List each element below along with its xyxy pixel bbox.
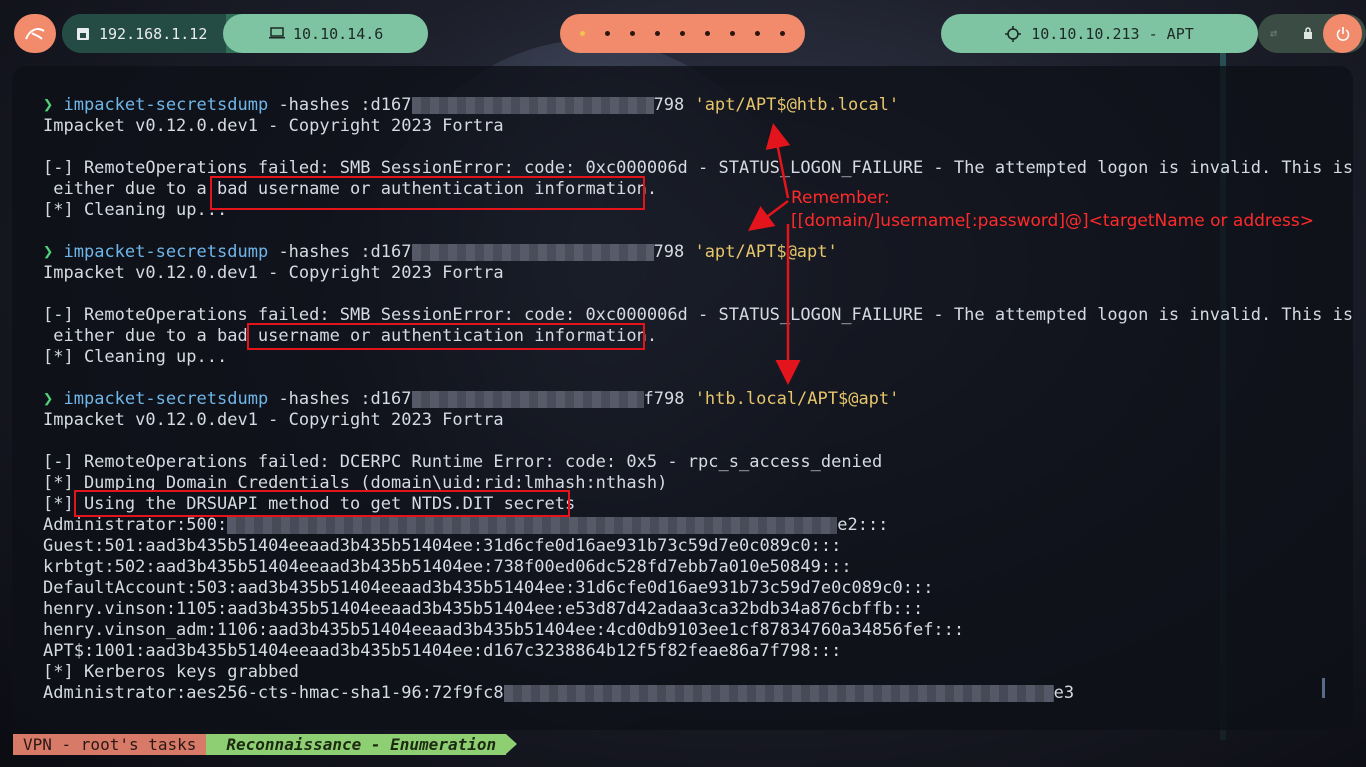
workspace-switcher [560, 14, 805, 53]
workspace-9[interactable] [780, 31, 785, 36]
local-ip-text: 192.168.1.12 [99, 24, 208, 43]
power-button[interactable] [1323, 14, 1362, 53]
terminal-window[interactable]: ❯ impacket-secretsdump -hashes :d167 798 … [12, 66, 1353, 730]
arrow-to-cmd2 [748, 200, 789, 231]
workspace-4[interactable] [655, 31, 660, 36]
workspace-6[interactable] [705, 31, 710, 36]
workspace-5[interactable] [680, 31, 685, 36]
workspace-2[interactable] [605, 31, 610, 36]
tmux-status-bar: VPN - root's tasks Reconnaissance - Enum… [13, 734, 517, 755]
local-ip-indicator[interactable]: 192.168.1.12 [62, 14, 226, 53]
terminal-scrollbar[interactable] [1322, 678, 1325, 698]
crosshair-icon [1005, 25, 1022, 42]
network-indicator-group: 192.168.1.12 10.10.14.6 [62, 14, 428, 53]
ethernet-icon [77, 27, 89, 40]
lock-icon[interactable] [1303, 27, 1313, 40]
workspace-1[interactable] [580, 31, 585, 36]
power-icon [1336, 26, 1349, 41]
session-tasks-label[interactable]: VPN - root's tasks [13, 734, 218, 755]
vpn-ip-indicator[interactable]: 10.10.14.6 [223, 14, 428, 53]
annotation-arrows [748, 123, 801, 385]
target-indicator[interactable]: 10.10.10.213 - APT [941, 14, 1258, 53]
arrow-to-cmd1 [765, 123, 791, 199]
kali-dragon-icon [25, 27, 45, 40]
vpn-ip-text: 10.10.14.6 [293, 24, 384, 43]
workspace-3[interactable] [630, 31, 635, 36]
top-bar: 192.168.1.12 10.10.14.6 10.10.10.213 - A… [0, 0, 1366, 64]
tray-link-icon[interactable]: ⇄ [1270, 26, 1277, 40]
window-mode-label[interactable]: Reconnaissance - Enumeration [206, 734, 517, 755]
workspace-7[interactable] [730, 31, 735, 36]
workspace-8[interactable] [755, 31, 760, 36]
laptop-icon [269, 27, 285, 39]
distro-menu-button[interactable] [14, 14, 56, 53]
target-text: 10.10.10.213 - APT [1031, 24, 1194, 43]
